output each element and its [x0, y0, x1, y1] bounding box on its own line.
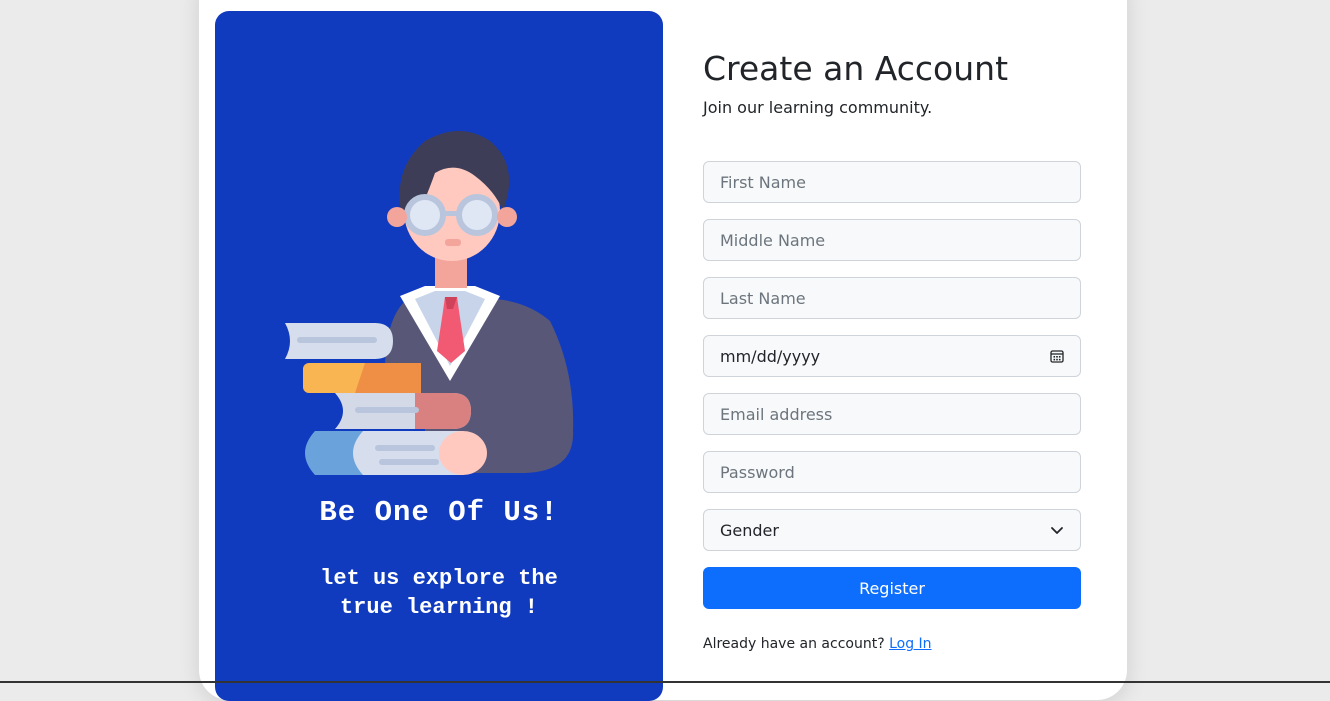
date-field-value: mm/dd/yyyy [720, 346, 821, 366]
password-field[interactable] [703, 451, 1081, 493]
student-with-books-illustration [285, 131, 574, 475]
login-link[interactable]: Log In [889, 636, 931, 652]
date-of-birth-field[interactable]: mm/dd/yyyy [703, 335, 1081, 377]
gender-select[interactable]: Gender [703, 509, 1081, 551]
page-title: Create an Account [703, 49, 1009, 88]
login-prompt-text: Already have an account? [703, 636, 885, 652]
email-field[interactable] [703, 393, 1081, 435]
register-button[interactable]: Register [703, 567, 1081, 609]
calendar-icon[interactable] [1050, 349, 1064, 363]
page-subtitle: Join our learning community. [703, 98, 933, 117]
first-name-field[interactable] [703, 161, 1081, 203]
welcome-panel: Be One Of Us! let us explore the true le… [215, 11, 663, 701]
middle-name-field[interactable] [703, 219, 1081, 261]
gender-select-value: Gender [720, 520, 779, 540]
chevron-down-icon [1051, 527, 1063, 534]
welcome-subtitle: let us explore the true learning ! [320, 566, 558, 620]
login-prompt-line: Already have an account? Log In [703, 636, 932, 652]
last-name-field[interactable] [703, 277, 1081, 319]
welcome-title: Be One Of Us! [319, 496, 559, 529]
